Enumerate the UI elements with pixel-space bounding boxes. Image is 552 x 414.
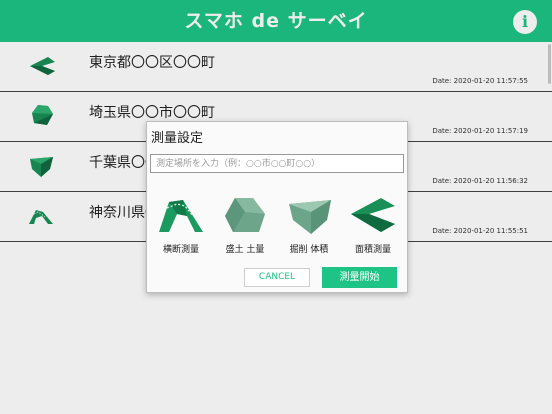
mode-label: 横断測量 <box>162 245 199 255</box>
mode-label: 掘削 体積 <box>289 245 329 255</box>
cancel-button[interactable]: CANCEL <box>244 268 310 287</box>
mode-area-survey[interactable]: 面積測量 <box>345 194 401 256</box>
fill-volume-icon <box>225 198 265 232</box>
survey-settings-dialog: 測量設定 横断測量 盛土 土量 掘削 体積 面積測量 CANCEL <box>146 121 408 293</box>
area-survey-icon <box>351 198 395 232</box>
mode-label: 盛土 土量 <box>225 245 265 255</box>
dialog-title: 測量設定 <box>151 131 204 146</box>
survey-place-input[interactable] <box>150 154 404 173</box>
start-survey-button[interactable]: 測量開始 <box>322 267 397 288</box>
mode-label: 面積測量 <box>354 245 391 255</box>
cross-section-icon <box>159 200 203 232</box>
mode-cross-section[interactable]: 横断測量 <box>153 194 209 256</box>
cut-volume-icon <box>289 200 331 234</box>
scrollbar[interactable] <box>548 44 551 84</box>
mode-fill-volume[interactable]: 盛土 土量 <box>217 194 273 256</box>
mode-cut-volume[interactable]: 掘削 体積 <box>281 194 337 256</box>
